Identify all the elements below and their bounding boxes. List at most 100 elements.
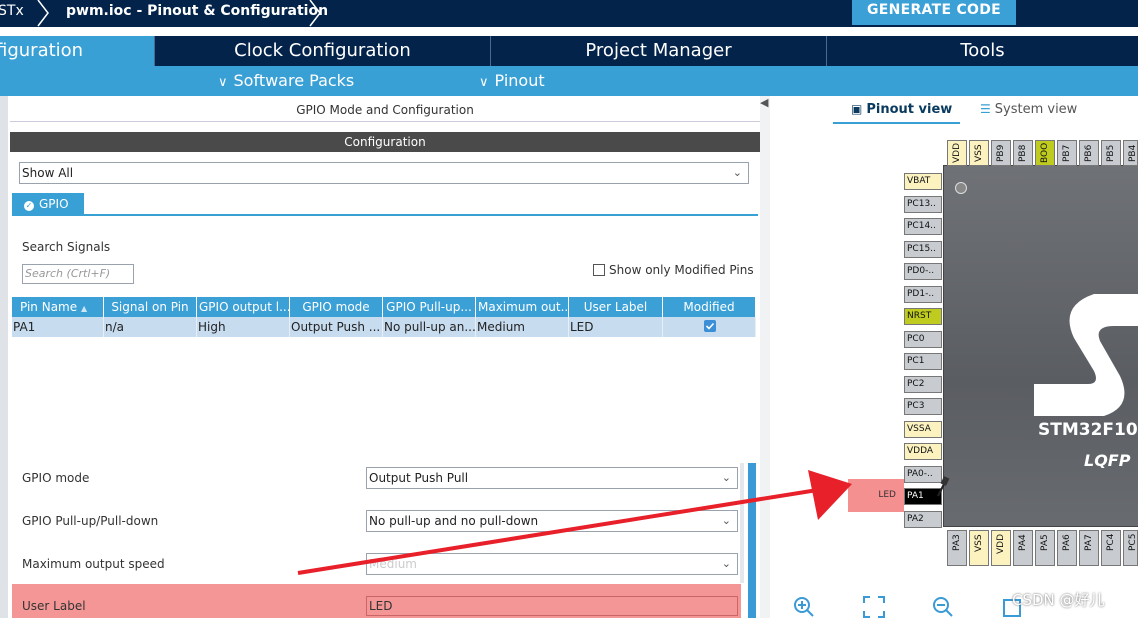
tab-pinout-view[interactable]: ▣ Pinout view	[851, 102, 952, 122]
pin-bottom[interactable]: PA6	[1057, 530, 1077, 566]
user-label-label: User Label	[22, 599, 86, 613]
chevron-down-icon: ⌄	[721, 471, 731, 484]
scrollbar-track	[740, 463, 744, 583]
column-header-modified[interactable]: Modified	[663, 297, 756, 317]
pin-top[interactable]: PB8	[1013, 140, 1033, 166]
table-cell-output[interactable]: High	[197, 317, 290, 337]
tab-gpio[interactable]: ✓ GPIO	[12, 193, 84, 215]
table-cell-speed[interactable]: Medium	[476, 317, 569, 337]
table-cell-pin[interactable]: PA1	[12, 317, 104, 337]
table-cell-mode[interactable]: Output Push ...	[290, 317, 383, 337]
pin-left[interactable]: PA2	[904, 511, 942, 528]
pin-left[interactable]: PC2	[904, 376, 942, 393]
user-label-input[interactable]: LED	[366, 596, 738, 616]
zoom-out-icon[interactable]	[932, 596, 954, 618]
table-cell-label[interactable]: LED	[569, 317, 663, 337]
pinout-view-label: Pinout view	[866, 102, 953, 117]
active-view-underline	[833, 122, 960, 124]
table-cell-signal[interactable]: n/a	[104, 317, 197, 337]
panel-divider[interactable]	[760, 96, 770, 618]
sort-asc-icon: ▲	[80, 304, 88, 313]
column-header-gpio-mode[interactable]: GPIO mode	[290, 297, 383, 317]
pin-top[interactable]: PB9	[991, 140, 1011, 166]
breadcrumb-item-file[interactable]: pwm.ioc - Pinout & Configuration	[66, 0, 328, 27]
filter-select-value: Show All	[22, 166, 74, 180]
system-view-label: System view	[994, 102, 1078, 117]
pin-left[interactable]: PD0-..	[904, 263, 942, 280]
pin-bottom[interactable]: PA4	[1013, 530, 1033, 566]
pin-top[interactable]: VSS	[969, 140, 989, 166]
breadcrumb-item-device[interactable]: STx	[0, 0, 24, 27]
gpio-mode-select[interactable]: Output Push Pull ⌄	[366, 467, 738, 489]
chevron-down-icon: ⌄	[732, 166, 742, 179]
tab-underline	[12, 214, 758, 216]
column-header-pin-name[interactable]: Pin Name ▲	[12, 297, 104, 317]
chip-icon: ▣	[851, 102, 863, 116]
tab-pinout-configuration[interactable]: figuration	[0, 36, 154, 66]
software-packs-menu[interactable]: ∨ Software Packs	[218, 66, 354, 96]
speed-select[interactable]: Medium ⌄	[366, 553, 738, 575]
tab-tools[interactable]: Tools	[826, 36, 1138, 66]
breadcrumb-bar: STx pwm.ioc - Pinout & Configuration GEN…	[0, 0, 1138, 27]
pin-left[interactable]: VSSA	[904, 421, 942, 438]
pin-left[interactable]: PC13..	[904, 196, 942, 213]
tab-system-view[interactable]: ☰ System view	[980, 102, 1077, 122]
column-header-user-label[interactable]: User Label	[569, 297, 663, 317]
configuration-header: Configuration	[10, 132, 760, 152]
pin-bottom[interactable]: PC4	[1101, 530, 1121, 566]
pinout-menu[interactable]: ∨ Pinout	[479, 66, 545, 96]
pinout-menu-label: Pinout	[494, 71, 545, 90]
chip-package: LQFP	[1084, 451, 1131, 470]
pin-bottom[interactable]: PA7	[1079, 530, 1099, 566]
pin-top[interactable]: PB4	[1123, 140, 1138, 166]
scrollbar-thumb[interactable]	[748, 463, 756, 618]
pin-bottom[interactable]: VDD	[991, 530, 1011, 566]
pin-left[interactable]: PC3	[904, 398, 942, 415]
fit-screen-icon[interactable]	[863, 596, 885, 618]
pin-bottom[interactable]: PA3	[947, 530, 967, 566]
table-cell-pull[interactable]: No pull-up an...	[383, 317, 476, 337]
pin-left[interactable]: PC0	[904, 331, 942, 348]
pin-top[interactable]: BOO	[1035, 140, 1055, 166]
pin-left[interactable]: VDDA	[904, 443, 942, 460]
pin-top[interactable]: VDD	[947, 140, 967, 166]
search-signals-input[interactable]: Search (Crtl+F)	[22, 264, 134, 284]
show-modified-checkbox[interactable]	[593, 264, 605, 276]
left-edge-strip	[0, 96, 8, 618]
column-header-signal[interactable]: Signal on Pin	[104, 297, 197, 317]
software-packs-label: Software Packs	[233, 71, 355, 90]
pin-top[interactable]: PB5	[1101, 140, 1121, 166]
pin-bottom[interactable]: PA5	[1035, 530, 1055, 566]
tab-project-manager[interactable]: Project Manager	[490, 36, 826, 66]
gpio-tab-label: GPIO	[39, 197, 69, 211]
tab-clock-configuration[interactable]: Clock Configuration	[154, 36, 490, 66]
pull-label: GPIO Pull-up/Pull-down	[22, 514, 159, 528]
checkmark-icon	[705, 322, 715, 330]
column-header-pull[interactable]: GPIO Pull-up...	[383, 297, 476, 317]
pin-top[interactable]: PB6	[1079, 140, 1099, 166]
pin-left[interactable]: VBAT	[904, 173, 942, 190]
zoom-in-icon[interactable]	[793, 596, 815, 618]
pull-select[interactable]: No pull-up and no pull-down ⌄	[366, 510, 738, 532]
collapse-arrow-icon[interactable]: ◀	[760, 96, 768, 110]
column-header-max-speed[interactable]: Maximum out...	[476, 297, 569, 317]
pin-left[interactable]: NRST	[904, 308, 942, 325]
gpio-mode-label: GPIO mode	[22, 471, 90, 485]
speed-label: Maximum output speed	[22, 557, 165, 571]
pin-left[interactable]: PC1	[904, 353, 942, 370]
sub-menu-bar: ∨ Software Packs ∨ Pinout	[0, 66, 1138, 96]
column-header-output-level[interactable]: GPIO output l...	[197, 297, 290, 317]
pin-left[interactable]: PD1-..	[904, 286, 942, 303]
generate-code-button[interactable]: GENERATE CODE	[852, 0, 1016, 25]
chevron-down-icon: ∨	[218, 75, 228, 90]
main-tabs: figuration Clock Configuration Project M…	[0, 36, 1138, 66]
pin-top[interactable]: PB7	[1057, 140, 1077, 166]
modified-checkbox[interactable]	[704, 320, 716, 332]
pin-left[interactable]: PC15..	[904, 241, 942, 258]
pin-bottom[interactable]: PC5	[1123, 530, 1138, 566]
filter-select[interactable]: Show All ⌄	[19, 162, 749, 184]
chevron-down-icon: ∨	[479, 75, 489, 90]
pin-left[interactable]: PC14..	[904, 218, 942, 235]
pin-bottom[interactable]: VSS	[969, 530, 989, 566]
search-signals-label: Search Signals	[22, 240, 111, 254]
